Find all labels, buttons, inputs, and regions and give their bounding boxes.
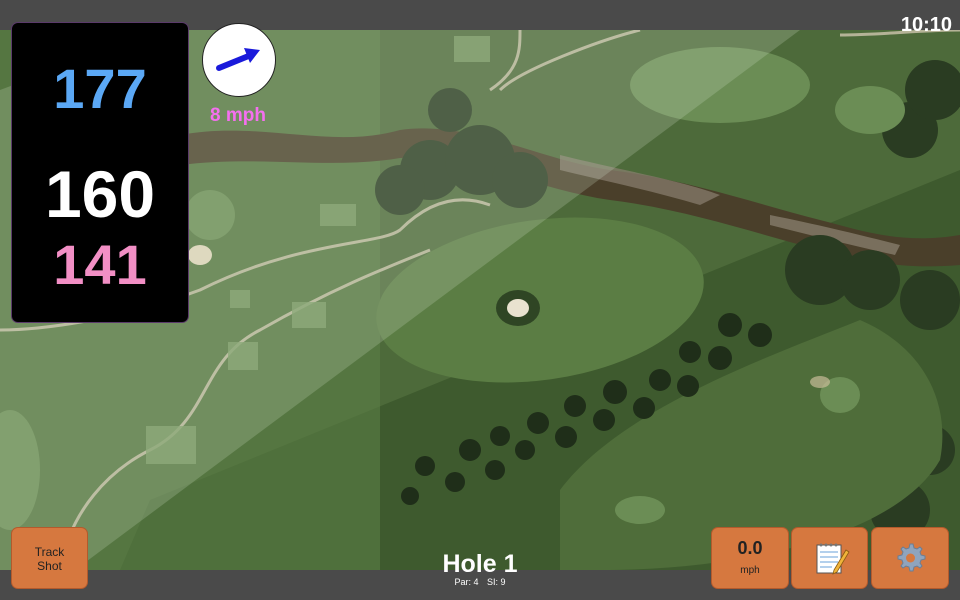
track-shot-label-line2: Shot (37, 559, 62, 573)
hole-stroke-index: SI: 9 (487, 577, 506, 587)
speed-value: 0.0 (737, 538, 763, 558)
wind-direction-dial (202, 23, 276, 97)
speed-unit: mph (740, 565, 760, 576)
hole-title: Hole 1 (442, 550, 518, 578)
track-shot-button[interactable]: Track Shot (12, 528, 87, 588)
front-distance: 141 (53, 233, 147, 296)
distance-panel: 177 160 141 (12, 23, 188, 322)
clock-time: 10:10 (900, 14, 952, 36)
speed-button[interactable]: 0.0 mph (712, 528, 788, 588)
hole-info: Par: 4 SI: 9 (380, 577, 580, 587)
settings-button[interactable] (872, 528, 948, 588)
wind-speed: 8 mph (210, 105, 266, 126)
gear-icon (897, 543, 926, 572)
wind-arrow-icon (216, 48, 260, 71)
notepad-icon (816, 543, 850, 575)
middle-distance: 160 (44, 157, 156, 231)
hole-par: Par: 4 (454, 577, 479, 587)
track-shot-label-line1: Track (34, 545, 65, 559)
back-distance: 177 (53, 57, 147, 120)
notes-button[interactable] (792, 528, 867, 588)
